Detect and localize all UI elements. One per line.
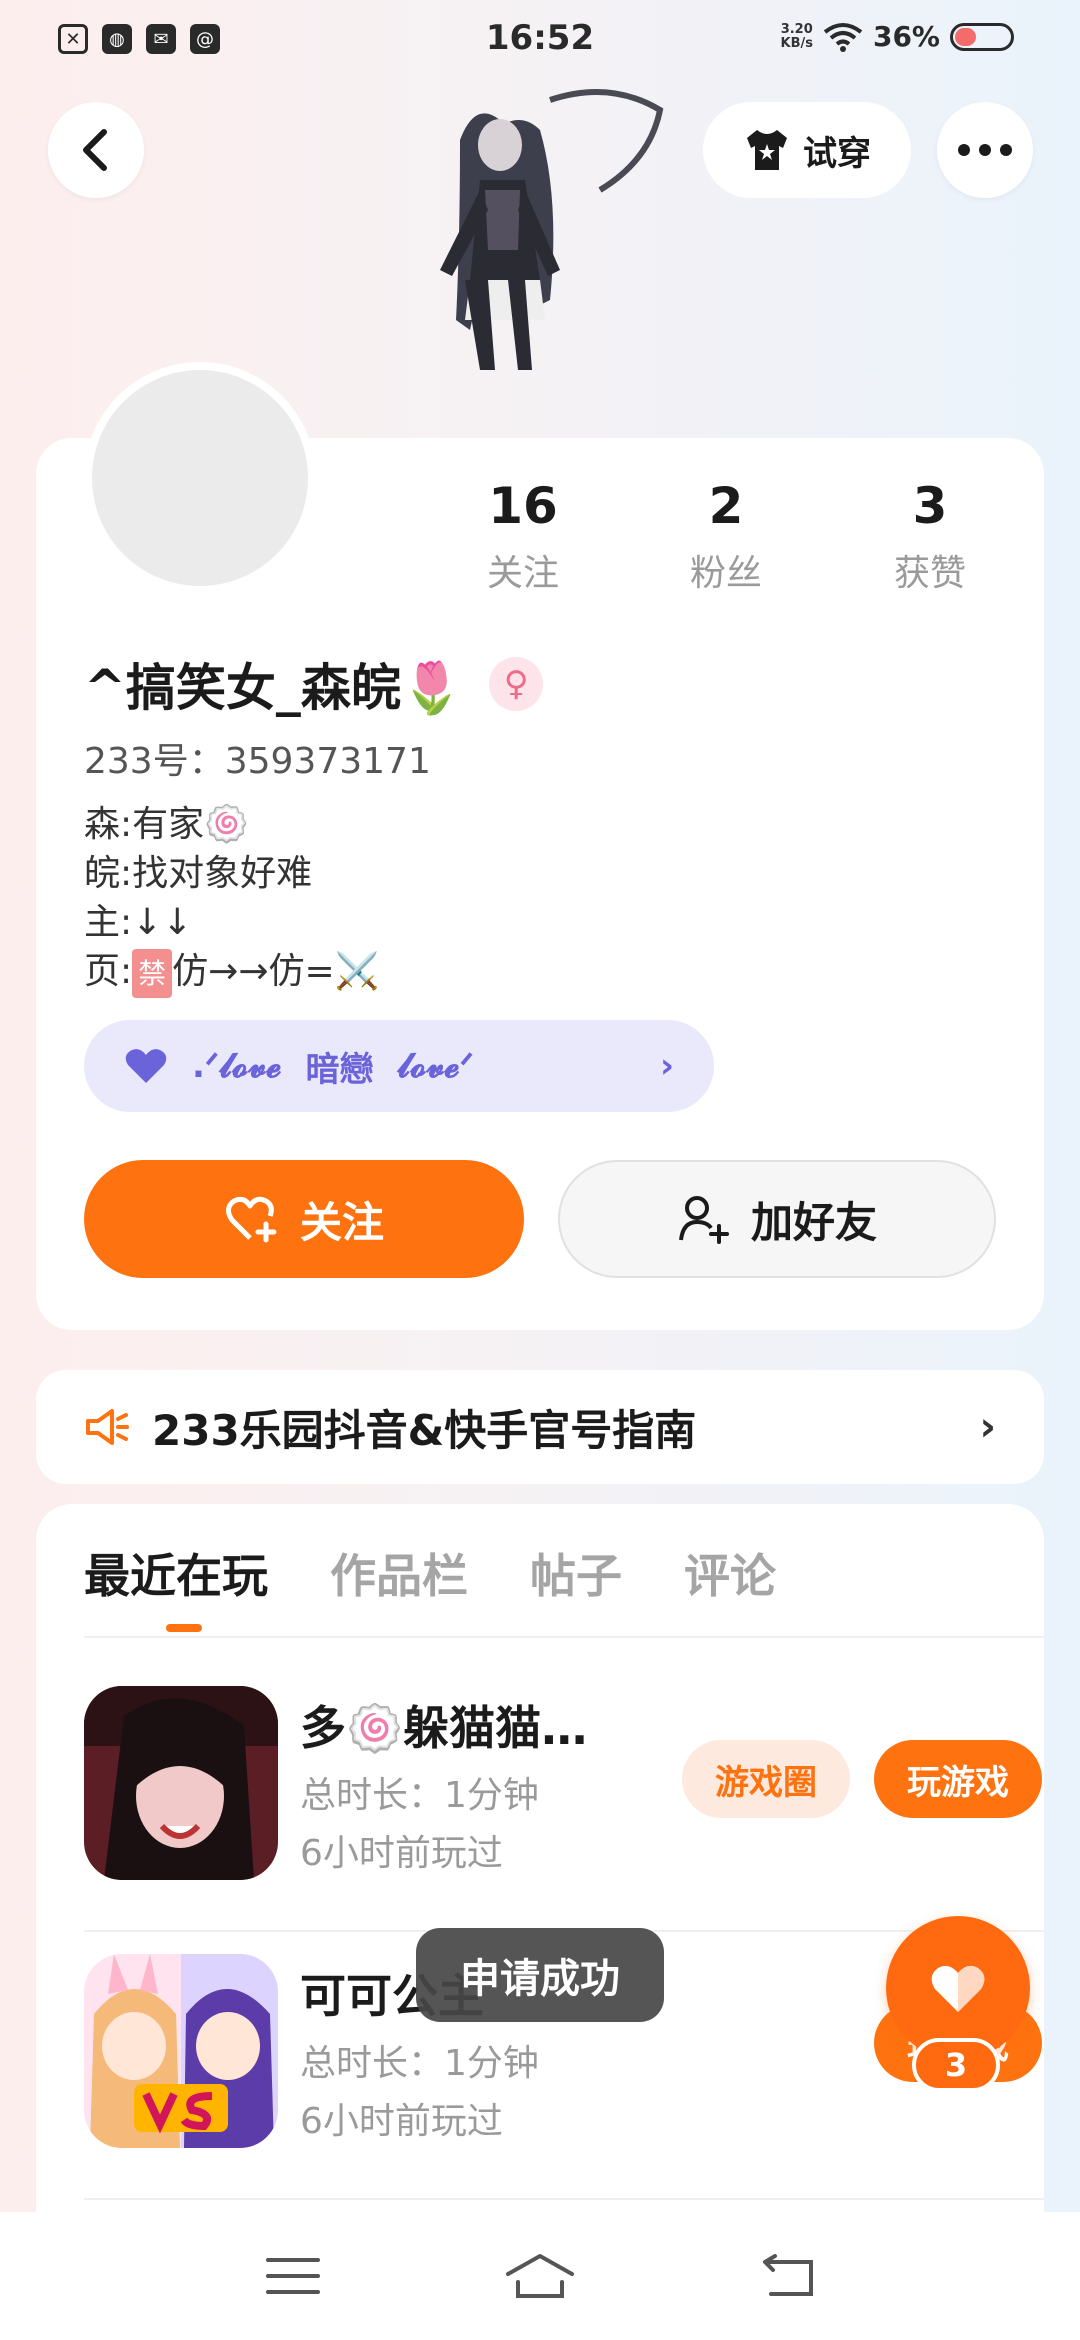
nickname: ^搞笑女_森皖🌷 ♀ — [84, 648, 544, 720]
try-on-label: 试穿 — [803, 133, 871, 174]
female-icon: ♀ — [489, 657, 544, 711]
stat-following[interactable]: 16 关注 — [443, 478, 603, 596]
stat-fans[interactable]: 2 粉丝 — [646, 478, 806, 596]
heart-icon — [931, 1965, 985, 2012]
avatar[interactable] — [84, 362, 316, 594]
megaphone-icon — [86, 1409, 129, 1445]
follow-button[interactable]: 关注 — [84, 1160, 524, 1278]
tab-bar: 最近在玩 作品栏 帖子 评论 — [84, 1540, 776, 1606]
tab-comments[interactable]: 评论 — [684, 1540, 776, 1606]
back-arrow-icon — [762, 2254, 813, 2296]
like-count-badge: 3 — [912, 2038, 1000, 2092]
last-played: 6小时前玩过 — [300, 2101, 503, 2142]
relationship-tag[interactable]: .ᐟ𝓵𝓸𝓿𝓮 暗戀 𝓵𝓸𝓿𝓮ᐟ › — [84, 1020, 714, 1112]
last-played: 6小时前玩过 — [300, 1833, 503, 1874]
add-user-icon — [678, 1196, 729, 1244]
home-icon — [505, 2254, 574, 2298]
chevron-right-icon: › — [659, 1046, 674, 1086]
play-game-button[interactable]: 玩游戏 — [874, 1740, 1042, 1818]
user-id[interactable]: 233号：359373171 — [84, 732, 431, 784]
battery-icon — [950, 22, 1014, 51]
announcement-bar[interactable]: 233乐园抖音&快手官号指南 › — [36, 1370, 1044, 1484]
recents-button[interactable] — [253, 2246, 333, 2306]
back-button[interactable] — [48, 102, 144, 198]
tag-text-2: 暗戀 — [305, 1049, 374, 1090]
tag-text-3: 𝓵𝓸𝓿𝓮ᐟ — [397, 1046, 475, 1086]
home-button[interactable] — [500, 2246, 580, 2306]
battery-percent: 36% — [872, 20, 940, 53]
heart-plus-icon — [225, 1196, 277, 1243]
network-speed: 3.20 KB/s — [780, 21, 813, 51]
more-button[interactable] — [937, 102, 1033, 198]
system-nav-bar — [0, 2212, 1080, 2340]
wifi-icon — [823, 22, 863, 52]
try-on-button[interactable]: 试穿 — [703, 102, 911, 198]
game-icon[interactable] — [84, 1686, 278, 1880]
add-friend-button[interactable]: 加好友 — [558, 1160, 996, 1278]
stat-likes[interactable]: 3 获赞 — [850, 478, 1010, 596]
more-dots-icon — [958, 144, 1012, 156]
tshirt-icon — [747, 130, 787, 170]
game-title: 多🍥躲猫猫… — [300, 1701, 588, 1755]
tab-posts[interactable]: 帖子 — [530, 1540, 622, 1606]
tab-indicator — [166, 1624, 202, 1632]
tab-works[interactable]: 作品栏 — [330, 1540, 468, 1606]
tab-recently-played[interactable]: 最近在玩 — [84, 1540, 268, 1606]
game-circle-button[interactable]: 游戏圈 — [682, 1740, 850, 1818]
toast-message: 申请成功 — [416, 1928, 664, 2022]
list-item[interactable]: 多🍥躲猫猫… 总时长：1分钟 6小时前玩过 游戏圈 玩游戏 — [84, 1666, 1044, 1932]
content-card: 最近在玩 作品栏 帖子 评论 多🍥躲猫猫… 总时长：1分钟 6小时前玩过 游戏圈… — [36, 1504, 1044, 2234]
announcement-text: 233乐园抖音&快手官号指南 — [152, 1405, 697, 1455]
back-nav-button[interactable] — [747, 2246, 827, 2306]
play-duration: 总时长：1分钟 — [300, 1775, 539, 1816]
chevron-right-icon: › — [979, 1404, 996, 1450]
bio: 森:有家🍥 皖:找对象好难 主:↓↓ 页: 禁仿→→仿=⚔️ — [84, 800, 379, 998]
divider — [84, 1636, 1044, 1638]
avatar-3d-figure — [440, 89, 664, 370]
chevron-left-icon — [83, 129, 107, 171]
game-icon[interactable] — [84, 1954, 278, 2148]
play-duration: 总时长：1分钟 — [300, 2043, 539, 2084]
ban-emoji: 禁 — [132, 949, 173, 998]
tag-text-1: .ᐟ𝓵𝓸𝓿𝓮 — [192, 1046, 282, 1086]
heart-icon — [125, 1049, 167, 1083]
status-bar: ✕ ◍ ✉ @ 16:52 3.20 KB/s 36% — [0, 0, 1080, 84]
menu-icon — [266, 2258, 321, 2294]
